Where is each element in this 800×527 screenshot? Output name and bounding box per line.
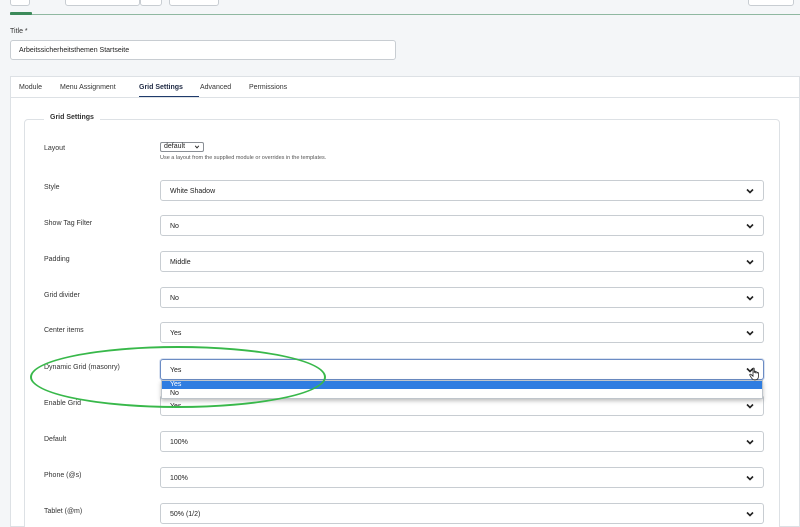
default-label: Default xyxy=(44,436,67,443)
toolbar xyxy=(0,0,800,20)
toolbar-divider xyxy=(10,14,800,15)
grid-divider-value: No xyxy=(170,295,179,302)
toolbar-button[interactable] xyxy=(140,0,162,6)
tablet-select[interactable]: 50% (1/2) xyxy=(160,503,764,524)
grid-divider-select[interactable]: No xyxy=(160,287,764,308)
fieldset-legend: Grid Settings xyxy=(44,114,100,121)
chevron-down-icon xyxy=(746,188,754,194)
chevron-down-icon xyxy=(746,295,754,301)
title-label: Title * xyxy=(10,28,28,35)
default-select[interactable]: 100% xyxy=(160,431,764,452)
toolbar-button[interactable] xyxy=(169,0,219,6)
toolbar-button[interactable] xyxy=(65,0,140,6)
chevron-down-icon xyxy=(746,223,754,229)
toolbar-button[interactable] xyxy=(10,0,30,6)
style-select[interactable]: White Shadow xyxy=(160,180,764,201)
hand-cursor-icon xyxy=(749,367,759,381)
chevron-down-icon xyxy=(746,259,754,265)
tab-grid-settings[interactable]: Grid Settings xyxy=(139,84,183,91)
chevron-down-icon xyxy=(746,475,754,481)
show-tag-filter-label: Show Tag Filter xyxy=(44,220,93,227)
padding-value: Middle xyxy=(170,259,191,266)
title-input[interactable]: Arbeitssicherheitsthemen Startseite xyxy=(10,40,396,60)
toolbar-button[interactable] xyxy=(748,0,794,6)
tab-bar: Module Menu Assignment Grid Settings Adv… xyxy=(10,76,800,98)
style-value: White Shadow xyxy=(170,188,216,195)
padding-select[interactable]: Middle xyxy=(160,251,764,272)
progress-accent xyxy=(10,12,32,15)
phone-select[interactable]: 100% xyxy=(160,467,764,488)
center-items-label: Center items xyxy=(44,327,84,334)
center-items-select[interactable]: Yes xyxy=(160,322,764,343)
padding-label: Padding xyxy=(44,256,70,263)
chevron-down-icon xyxy=(746,439,754,445)
layout-hint: Use a layout from the supplied module or… xyxy=(160,155,327,161)
show-tag-filter-select[interactable]: No xyxy=(160,215,764,236)
layout-select[interactable]: default xyxy=(160,142,204,152)
grid-divider-label: Grid divider xyxy=(44,292,80,299)
enable-grid-value: Yes xyxy=(170,403,182,410)
phone-label: Phone (@s) xyxy=(44,472,82,479)
dropdown-option-no[interactable]: No xyxy=(162,390,762,398)
tablet-label: Tablet (@m) xyxy=(44,508,83,515)
tab-permissions[interactable]: Permissions xyxy=(249,84,287,91)
layout-value: default xyxy=(164,143,186,150)
default-value: 100% xyxy=(170,439,188,446)
dynamic-grid-dropdown: Yes No xyxy=(161,380,763,399)
chevron-down-icon xyxy=(194,145,200,149)
dynamic-grid-label: Dynamic Grid (masonry) xyxy=(44,364,120,371)
dynamic-grid-value: Yes xyxy=(170,367,182,374)
tab-module[interactable]: Module xyxy=(19,84,42,91)
chevron-down-icon xyxy=(746,403,754,409)
tablet-value: 50% (1/2) xyxy=(170,511,201,518)
chevron-down-icon xyxy=(746,511,754,517)
chevron-down-icon xyxy=(746,330,754,336)
style-label: Style xyxy=(44,184,60,191)
layout-label: Layout xyxy=(44,145,66,152)
phone-value: 100% xyxy=(170,475,188,482)
center-items-value: Yes xyxy=(170,330,182,337)
dropdown-option-yes[interactable]: Yes xyxy=(162,381,762,389)
show-tag-filter-value: No xyxy=(170,223,179,230)
dynamic-grid-select[interactable]: Yes xyxy=(160,359,764,380)
tab-advanced[interactable]: Advanced xyxy=(200,84,231,91)
enable-grid-label: Enable Grid xyxy=(44,400,81,407)
tab-menu-assignment[interactable]: Menu Assignment xyxy=(60,84,116,91)
